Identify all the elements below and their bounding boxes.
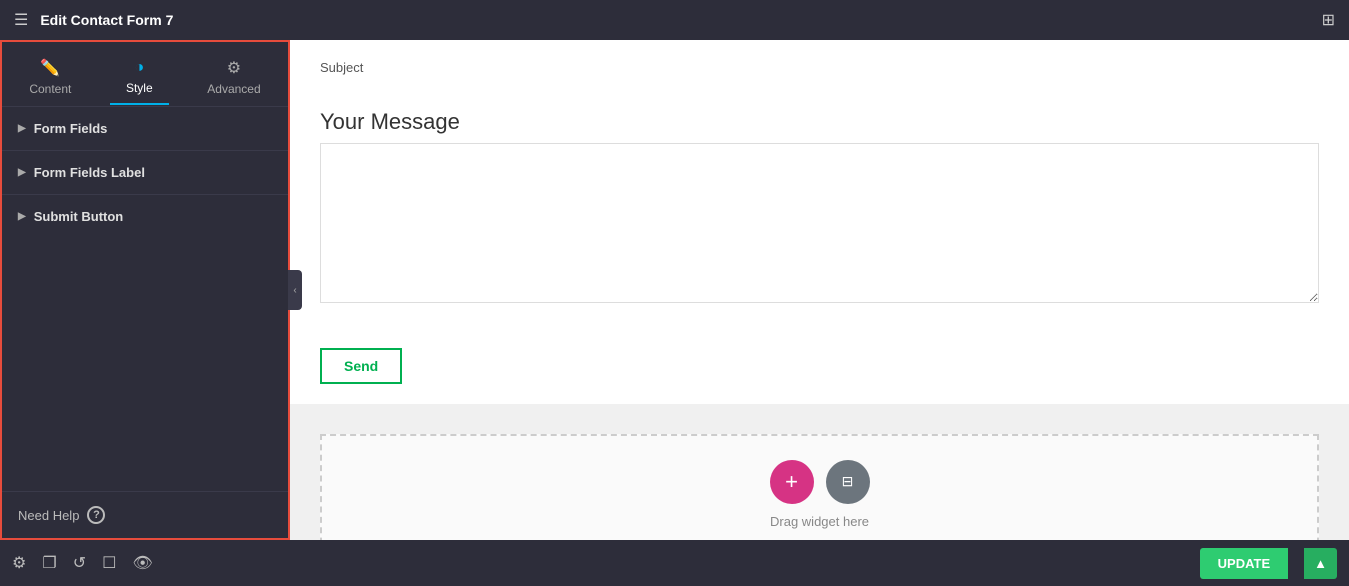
tab-advanced[interactable]: ⚙ Advanced — [191, 52, 276, 106]
pencil-icon: ✏️ — [40, 58, 60, 78]
tab-content-label: Content — [29, 82, 71, 96]
hamburger-icon[interactable]: ☰ — [14, 10, 28, 30]
accordion-submit-button-label: Submit Button — [34, 209, 124, 224]
canvas-area: Subject Your Message Send + ⊟ Drag widge… — [290, 40, 1349, 540]
form-preview: Subject — [290, 40, 1349, 99]
layout-button[interactable]: ⊟ — [826, 460, 870, 504]
accordion-form-fields-label-header[interactable]: ▶ Form Fields Label — [2, 151, 288, 194]
settings-icon[interactable]: ⚙ — [12, 553, 26, 573]
accordion-form-fields: ▶ Form Fields — [2, 106, 288, 150]
eye-icon[interactable]: 👁 — [132, 553, 152, 573]
tab-style[interactable]: ◑ Style — [110, 53, 169, 105]
grid-icon[interactable]: ⊞ — [1322, 10, 1335, 30]
tab-content[interactable]: ✏️ Content — [13, 52, 87, 106]
form-send-area: Send — [290, 328, 1349, 404]
subject-label: Subject — [320, 60, 1319, 75]
update-dropdown-button[interactable]: ▲ — [1304, 548, 1337, 579]
chevron-icon: ▶ — [18, 123, 26, 134]
top-header: ☰ Edit Contact Form 7 ⊞ — [0, 0, 1349, 40]
message-placeholder: Your Message — [320, 109, 1319, 135]
send-button[interactable]: Send — [320, 348, 402, 384]
drag-widget-label: Drag widget here — [770, 514, 869, 529]
add-widget-button[interactable]: + — [770, 460, 814, 504]
need-help-label: Need Help — [18, 508, 79, 523]
drag-widget-area: + ⊟ Drag widget here — [320, 434, 1319, 540]
main-layout: ✏️ Content ◑ Style ⚙ Advanced ▶ Form Fie… — [0, 40, 1349, 540]
accordion-submit-button: ▶ Submit Button — [2, 194, 288, 238]
update-button[interactable]: UPDATE — [1200, 548, 1288, 579]
canvas-divider — [290, 404, 1349, 424]
chevron-icon-3: ▶ — [18, 211, 26, 222]
need-help-section[interactable]: Need Help ? — [2, 491, 288, 538]
accordion-form-fields-label-text: Form Fields Label — [34, 165, 145, 180]
help-icon: ? — [87, 506, 105, 524]
message-textarea[interactable] — [320, 143, 1319, 303]
style-icon: ◑ — [134, 59, 144, 77]
tab-bar: ✏️ Content ◑ Style ⚙ Advanced — [2, 42, 288, 106]
sidebar: ✏️ Content ◑ Style ⚙ Advanced ▶ Form Fie… — [0, 40, 290, 540]
chevron-icon-2: ▶ — [18, 167, 26, 178]
header-left: ☰ Edit Contact Form 7 — [14, 10, 173, 30]
accordion-form-fields-label: ▶ Form Fields Label — [2, 150, 288, 194]
form-textarea-area: Your Message — [290, 99, 1349, 328]
tab-style-label: Style — [126, 81, 153, 95]
tab-advanced-label: Advanced — [207, 82, 260, 96]
gear-icon: ⚙ — [227, 58, 241, 78]
responsive-icon[interactable]: ☐ — [102, 553, 116, 573]
accordion-form-fields-header[interactable]: ▶ Form Fields — [2, 107, 288, 150]
bottom-toolbar: ⚙ ❐ ↺ ☐ 👁 UPDATE ▲ — [0, 540, 1349, 586]
accordion-sections: ▶ Form Fields ▶ Form Fields Label ▶ Subm… — [2, 106, 288, 491]
page-title: Edit Contact Form 7 — [40, 12, 173, 28]
accordion-form-fields-label: Form Fields — [34, 121, 108, 136]
drag-buttons: + ⊟ — [770, 460, 870, 504]
collapse-handle[interactable]: ‹ — [288, 270, 302, 310]
layers-icon[interactable]: ❐ — [42, 553, 56, 573]
accordion-submit-button-header[interactable]: ▶ Submit Button — [2, 195, 288, 238]
undo-icon[interactable]: ↺ — [73, 553, 86, 573]
